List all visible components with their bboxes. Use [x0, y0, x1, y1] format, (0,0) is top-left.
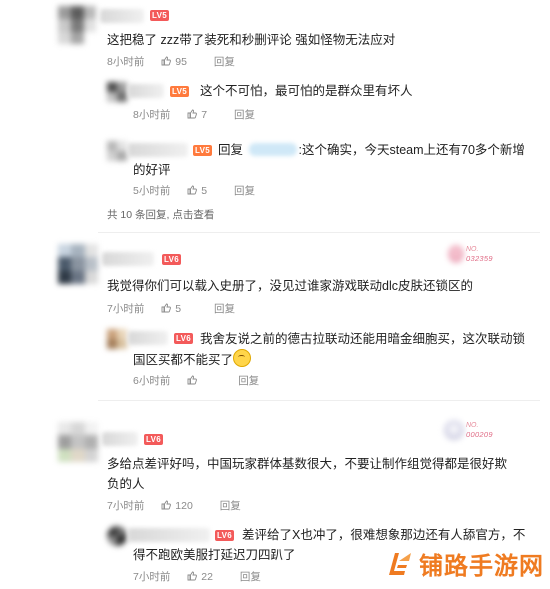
- reply-button[interactable]: 回复: [220, 499, 241, 513]
- thumbs-up-icon: [187, 185, 198, 195]
- reply-time: 8小时前: [133, 109, 171, 121]
- avatar[interactable]: [107, 82, 127, 102]
- view-replies-link[interactable]: 共 10 条回复, 点击查看: [107, 207, 214, 222]
- like-count: 5: [201, 185, 208, 197]
- avatar[interactable]: [107, 329, 127, 349]
- badge-prefix: NO.: [466, 421, 479, 429]
- thumbs-up-icon: [161, 303, 172, 313]
- like-button[interactable]: 120: [161, 499, 193, 513]
- reply-button[interactable]: 回复: [238, 374, 259, 388]
- reply-meta: 6小时前 回复: [133, 374, 259, 388]
- level-badge: LV5: [150, 10, 169, 21]
- username-blurred[interactable]: [102, 252, 154, 266]
- thumbs-up-icon: [161, 500, 172, 510]
- username-blurred[interactable]: [128, 84, 164, 98]
- reply-button[interactable]: 回复: [214, 55, 235, 69]
- thumbs-up-icon: [187, 571, 198, 581]
- mention-blurred[interactable]: [248, 143, 297, 156]
- reply-time: 7小时前: [133, 571, 171, 583]
- comment-time: 8小时前: [107, 56, 145, 68]
- reply-meta: 5小时前 5 回复: [133, 184, 255, 198]
- level-badge: LV6: [215, 530, 234, 541]
- like-button[interactable]: 22: [187, 570, 213, 584]
- thumbs-up-icon: [187, 109, 198, 119]
- reply-prefix: 回复: [218, 143, 244, 157]
- comment-meta: 7小时前 120 回复: [107, 499, 241, 513]
- badge-number: 000209: [466, 429, 493, 439]
- like-count: 7: [201, 109, 208, 121]
- like-count: 5: [175, 303, 182, 315]
- like-count: 95: [175, 56, 187, 68]
- username-blurred[interactable]: [128, 143, 188, 157]
- comment-meta: 8小时前 95 回复: [107, 55, 235, 69]
- username-blurred[interactable]: [128, 528, 210, 542]
- avatar[interactable]: [58, 244, 98, 284]
- like-count: 120: [175, 500, 193, 512]
- avatar[interactable]: [58, 6, 96, 44]
- reply-time: 6小时前: [133, 375, 171, 387]
- reply-text: 这个不可怕，最可怕的是群众里有坏人: [200, 84, 413, 98]
- reply-meta: 7小时前 22 回复: [133, 570, 261, 584]
- reply-text-line2: 得不跑欧美服打延迟刀四趴了: [133, 548, 296, 562]
- level-badge: LV5: [193, 145, 212, 156]
- comment-meta: 7小时前 5 回复: [107, 302, 235, 316]
- thumbs-up-icon: [187, 375, 198, 385]
- comment-text: 我觉得你们可以载入史册了，没见过谁家游戏联动dlc皮肤还锁区的: [107, 279, 473, 293]
- divider: [98, 232, 540, 233]
- level-badge: LV6: [144, 434, 163, 445]
- username-blurred[interactable]: [102, 432, 138, 446]
- level-badge: LV6: [174, 333, 193, 344]
- fan-badge: NO. 000209: [444, 420, 493, 440]
- comment-text: 这把稳了 zzz带了装死和秒删评论 强如怪物无法应对: [107, 33, 396, 47]
- badge-prefix: NO.: [466, 245, 479, 253]
- comment-text-line1: 多给点差评好吗，中国玩家群体基数很大，不要让制作组觉得都是很好欺: [107, 457, 508, 471]
- site-watermark: 铺路手游网: [385, 546, 544, 581]
- avatar[interactable]: [107, 141, 127, 161]
- reply-text-part: 国区买都不能买了: [133, 353, 234, 367]
- badge-avatar: [448, 245, 464, 263]
- reply-time: 5小时前: [133, 185, 171, 197]
- reply-text: 回复 :这个确实，今天steam上还有70多个新增: [218, 140, 525, 160]
- reply-button[interactable]: 回复: [214, 302, 235, 316]
- reply-text-line1: 差评给了X也冲了，很难想象那边还有人舔官方，不: [242, 528, 526, 542]
- level-badge: LV6: [162, 254, 181, 265]
- reply-text-part: :这个确实，今天steam上还有70多个新增: [298, 143, 525, 157]
- reply-button[interactable]: 回复: [240, 570, 261, 584]
- like-button[interactable]: [187, 374, 201, 388]
- comment-time: 7小时前: [107, 303, 145, 315]
- level-badge: LV5: [170, 86, 189, 97]
- username-blurred[interactable]: [100, 9, 144, 23]
- reply-text-line1: 我舍友说之前的德古拉联动还能用暗金细胞买，这次联动锁: [200, 332, 526, 346]
- divider: [98, 400, 540, 401]
- username-blurred[interactable]: [128, 331, 168, 345]
- emoji-icon: [233, 349, 252, 367]
- like-button[interactable]: 5: [161, 302, 181, 316]
- like-button[interactable]: 5: [187, 184, 207, 198]
- reply-text-line2: 国区买都不能买了: [133, 349, 252, 370]
- like-count: 22: [201, 571, 213, 583]
- reply-button[interactable]: 回复: [234, 108, 255, 122]
- avatar[interactable]: [107, 526, 127, 546]
- avatar[interactable]: [58, 422, 98, 462]
- comment-time: 7小时前: [107, 500, 145, 512]
- like-button[interactable]: 7: [187, 108, 207, 122]
- like-button[interactable]: 95: [161, 55, 187, 69]
- reply-meta: 8小时前 7 回复: [133, 108, 255, 122]
- badge-avatar: [444, 420, 464, 440]
- reply-button[interactable]: 回复: [234, 184, 255, 198]
- comment-text-line2: 负的人: [107, 477, 145, 491]
- watermark-text: 铺路手游网: [419, 552, 544, 580]
- thumbs-up-icon: [161, 56, 172, 66]
- watermark-logo-icon: [389, 552, 411, 575]
- fan-badge: NO. 032359: [448, 245, 493, 263]
- badge-number: 032359: [466, 253, 493, 263]
- reply-text-line2: 的好评: [133, 163, 171, 177]
